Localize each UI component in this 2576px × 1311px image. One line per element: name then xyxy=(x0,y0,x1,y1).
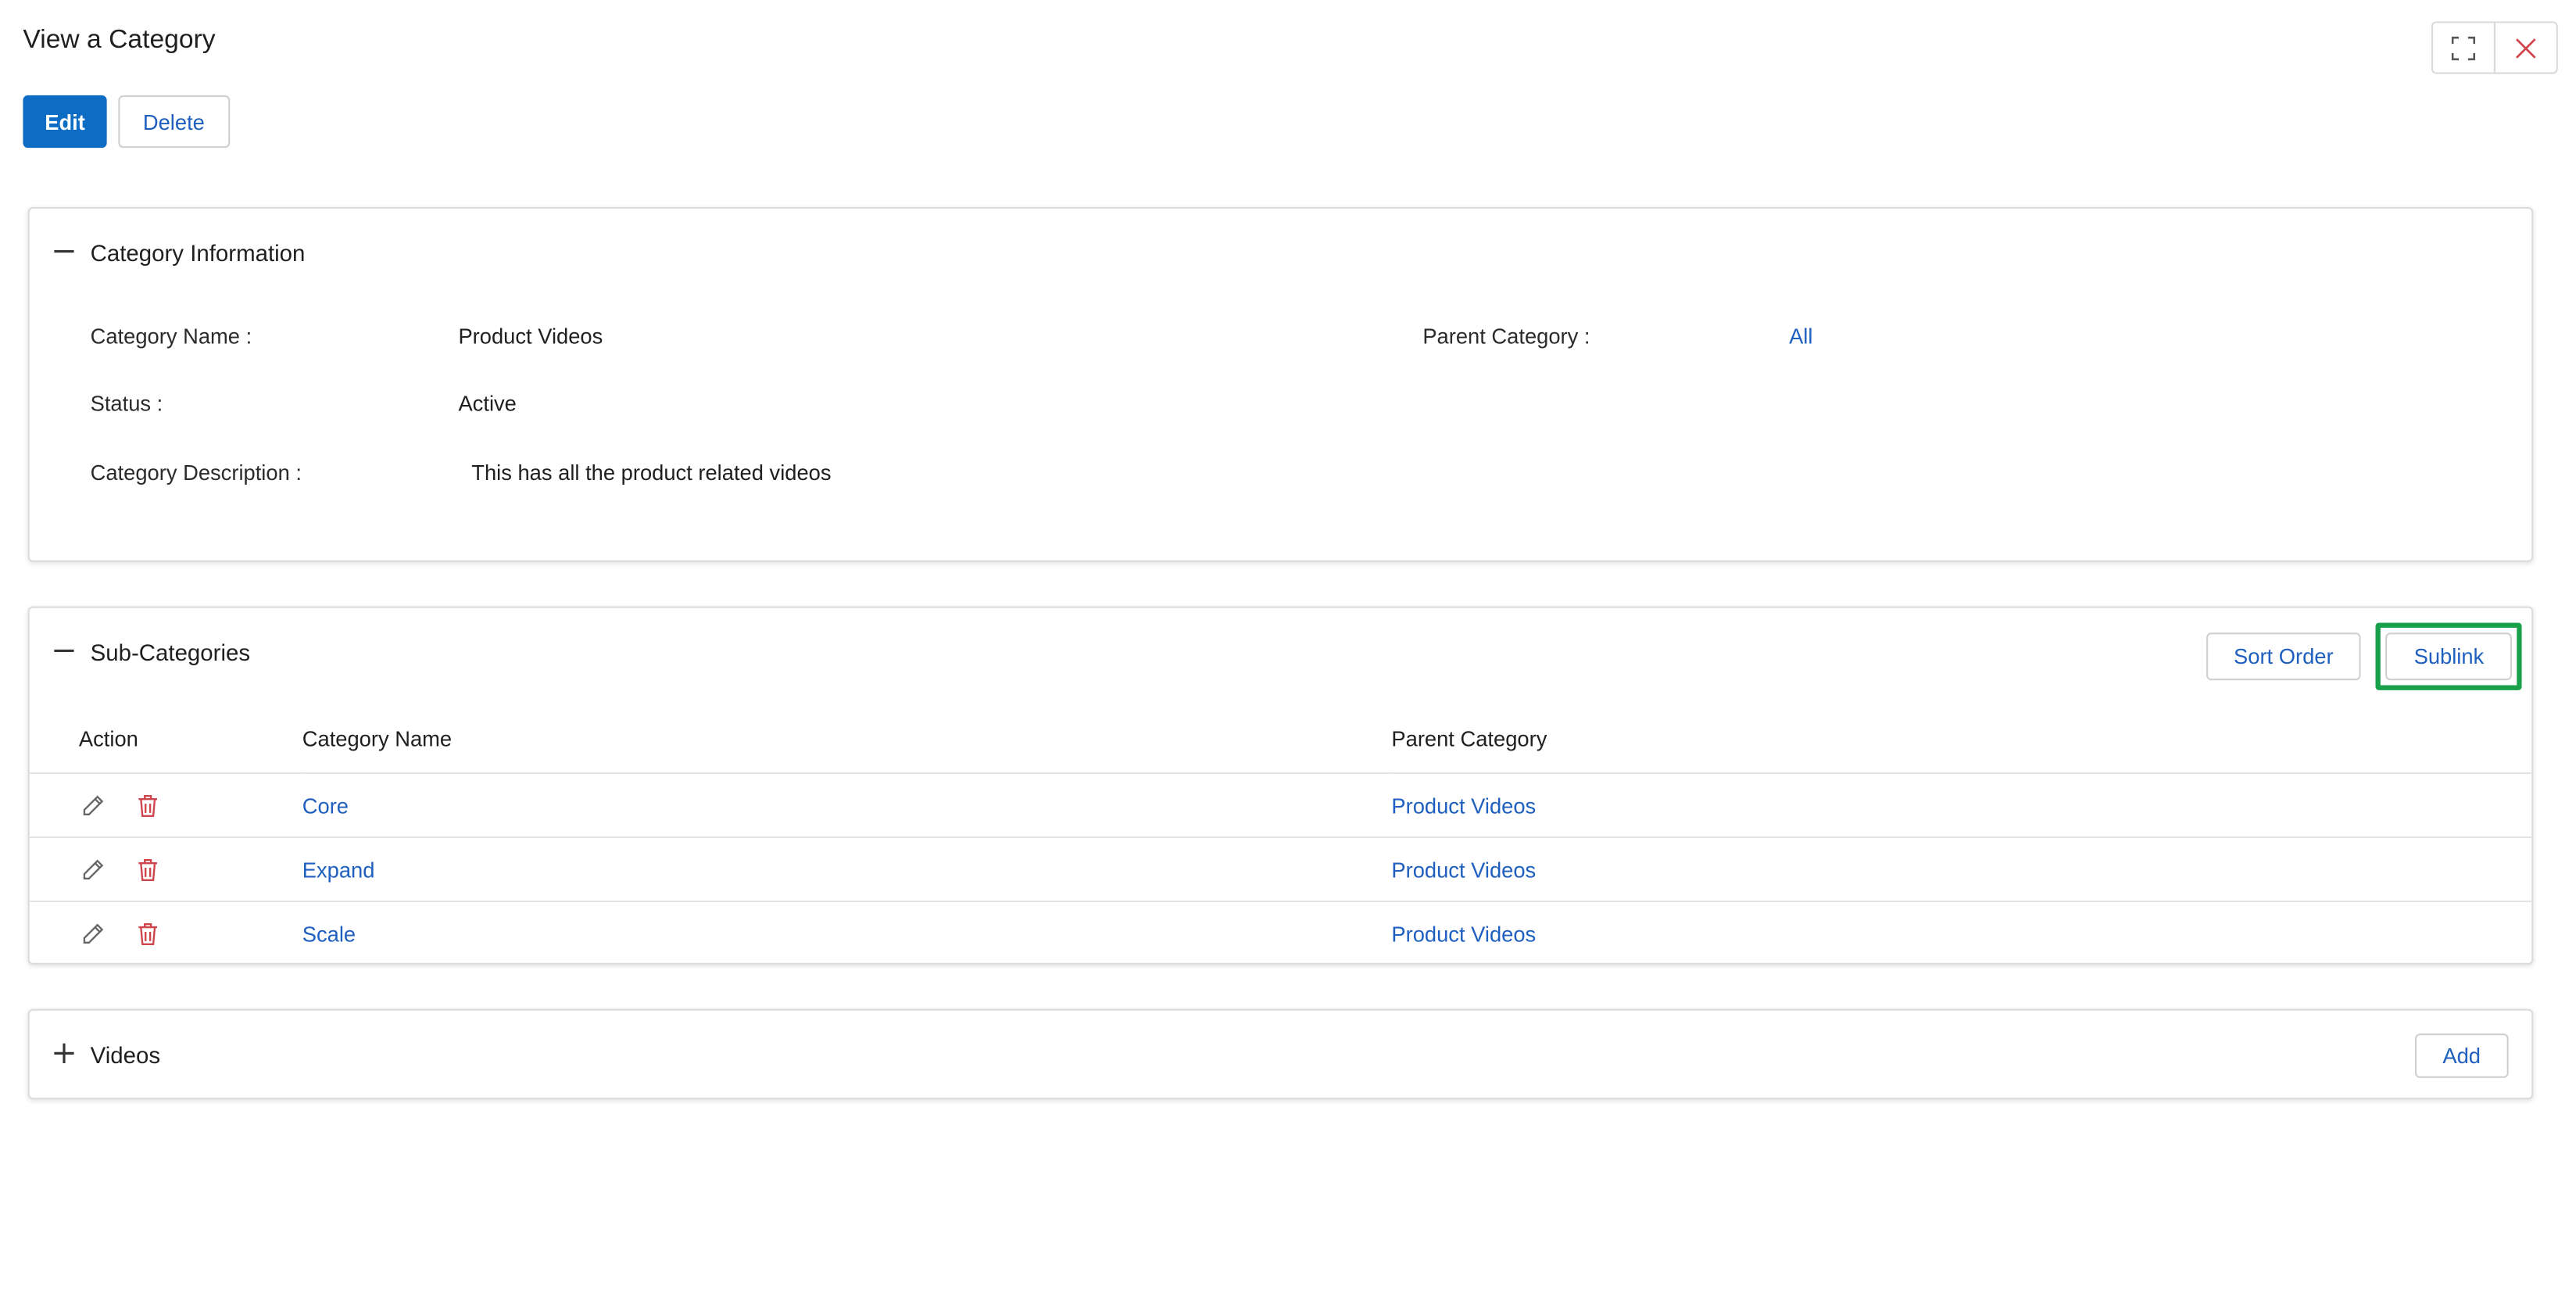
sort-order-button[interactable]: Sort Order xyxy=(2206,632,2362,681)
parent-category-label: Parent Category : xyxy=(1422,324,1590,349)
category-information-panel: Category Information Category Name : Pro… xyxy=(27,206,2534,562)
category-name-link[interactable]: Expand xyxy=(302,857,375,882)
sub-categories-header: Sub-Categories Sort Order Sublink xyxy=(30,608,2531,697)
page-title: View a Category xyxy=(23,26,216,55)
table-row: Scale Product Videos xyxy=(30,901,2531,965)
category-name-value: Product Videos xyxy=(458,324,603,349)
videos-panel: Videos Add xyxy=(27,1008,2534,1100)
expand-section-icon[interactable] xyxy=(52,1042,75,1065)
sub-categories-title: Sub-Categories xyxy=(90,639,251,666)
close-icon xyxy=(2516,38,2536,58)
column-header-category-name[interactable]: Category Name xyxy=(302,703,1392,775)
collapse-icon[interactable] xyxy=(52,240,75,263)
window-controls xyxy=(2431,21,2558,74)
parent-category-link[interactable]: Product Videos xyxy=(1391,857,1536,882)
category-name-label: Category Name : xyxy=(90,324,252,349)
parent-category-link[interactable]: Product Videos xyxy=(1391,793,1536,818)
parent-category-cell: Product Videos xyxy=(1391,772,2532,839)
table-header-row: Action Category Name Parent Category xyxy=(29,703,2532,775)
add-video-button[interactable]: Add xyxy=(2414,1033,2509,1078)
sub-categories-panel: Sub-Categories Sort Order Sublink Action… xyxy=(27,606,2534,965)
table-row: Core Product Videos xyxy=(29,772,2532,839)
delete-icon[interactable] xyxy=(134,793,161,819)
edit-icon[interactable] xyxy=(79,793,106,819)
category-information-title: Category Information xyxy=(90,239,306,267)
edit-button[interactable]: Edit xyxy=(23,95,107,149)
delete-button[interactable]: Delete xyxy=(118,95,230,149)
delete-icon[interactable] xyxy=(134,921,161,947)
column-header-parent-category[interactable]: Parent Category xyxy=(1391,703,2532,775)
collapse-icon[interactable] xyxy=(52,639,75,662)
edit-icon[interactable] xyxy=(79,921,106,947)
close-button[interactable] xyxy=(2493,23,2556,73)
category-name-cell: Core xyxy=(302,772,1392,839)
view-category-page: View a Category Edit Delete Category Inf… xyxy=(0,0,2576,1311)
videos-header: Videos Add xyxy=(30,1011,2531,1100)
category-name-link[interactable]: Core xyxy=(302,793,349,818)
category-name-link[interactable]: Scale xyxy=(302,921,356,946)
expand-icon xyxy=(2451,35,2476,60)
edit-icon[interactable] xyxy=(79,857,106,883)
category-information-header: Category Information xyxy=(30,209,2531,298)
parent-category-link[interactable]: Product Videos xyxy=(1391,921,1536,946)
category-description-label: Category Description : xyxy=(90,460,302,485)
table-row: Expand Product Videos xyxy=(29,836,2532,902)
row-actions xyxy=(30,901,302,965)
sub-categories-actions: Sort Order Sublink xyxy=(2206,622,2522,690)
row-actions xyxy=(29,772,302,839)
category-name-cell: Scale xyxy=(302,901,1392,965)
videos-actions: Add xyxy=(2414,1033,2509,1078)
status-label: Status : xyxy=(90,391,163,416)
category-name-cell: Expand xyxy=(302,836,1392,902)
parent-category-cell: Product Videos xyxy=(1391,901,2531,965)
row-actions xyxy=(29,836,302,902)
parent-category-cell: Product Videos xyxy=(1391,836,2532,902)
status-value: Active xyxy=(458,391,517,416)
category-description-value: This has all the product related videos xyxy=(471,460,832,485)
delete-icon[interactable] xyxy=(134,857,161,883)
sublink-button[interactable]: Sublink xyxy=(2385,632,2512,681)
sublink-highlight: Sublink xyxy=(2376,622,2522,690)
parent-category-link[interactable]: All xyxy=(1789,324,1812,349)
expand-button[interactable] xyxy=(2433,23,2494,73)
column-header-action: Action xyxy=(29,703,302,775)
action-bar: Edit Delete xyxy=(23,95,230,149)
sub-categories-table: Action Category Name Parent Category Cor… xyxy=(29,703,2532,965)
videos-title: Videos xyxy=(90,1041,161,1069)
